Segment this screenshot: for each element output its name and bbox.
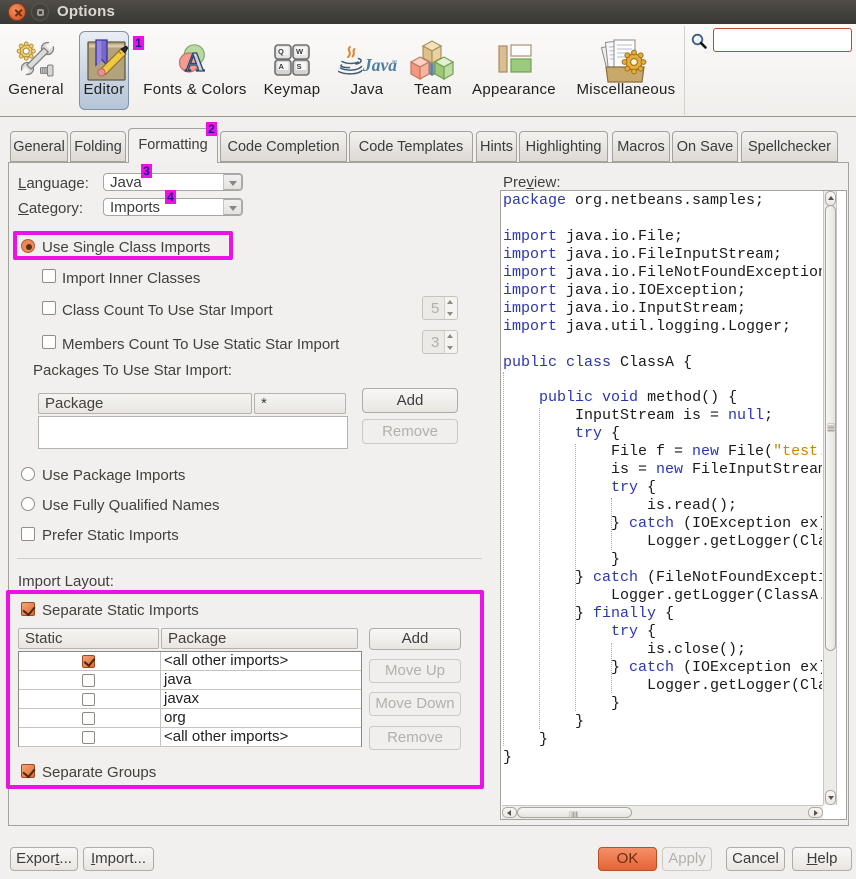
- svg-text:Q: Q: [278, 47, 284, 56]
- svg-text:W: W: [296, 47, 304, 56]
- svg-text:Java: Java: [362, 55, 397, 75]
- svg-text:S: S: [297, 62, 302, 71]
- svg-text:A: A: [279, 62, 285, 71]
- svg-text:A: A: [185, 47, 205, 77]
